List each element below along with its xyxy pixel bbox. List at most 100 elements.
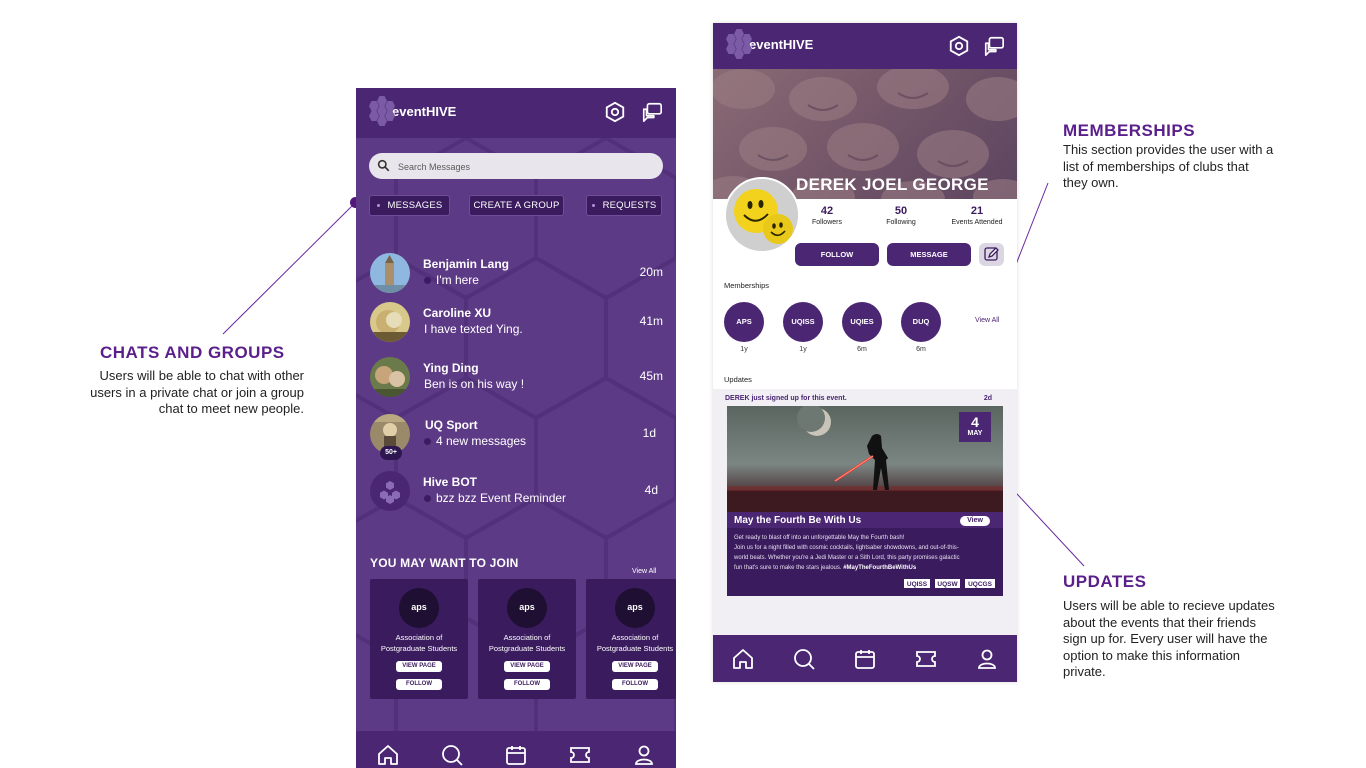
chat-name: Benjamin Lang: [423, 257, 510, 271]
edit-profile-button[interactable]: [979, 243, 1004, 266]
chat-item[interactable]: Ying Ding Ben is on his way ! 45m: [356, 353, 676, 401]
chat-item[interactable]: Hive BOT bzz bzz Event Reminder 4d: [356, 467, 676, 515]
search-icon[interactable]: [440, 743, 464, 767]
home-icon[interactable]: [376, 743, 400, 767]
group-card[interactable]: aps Association of Postgraduate Students …: [586, 579, 676, 699]
membership-badge[interactable]: UQISS: [783, 302, 823, 342]
unread-dot: [424, 276, 431, 284]
home-icon[interactable]: [731, 647, 755, 671]
tab-label: MESSAGES: [387, 200, 443, 211]
chat-bubbles-icon[interactable]: [983, 35, 1005, 57]
memberships-annotation-line: list of memberships of clubs that: [1063, 158, 1249, 174]
ticket-icon[interactable]: [914, 647, 938, 671]
event-day: 4: [971, 414, 979, 430]
chat-bubbles-icon[interactable]: [641, 101, 663, 123]
membership-badge[interactable]: DUQ: [901, 302, 941, 342]
memberships-annotation-text: This section provides the user with a li…: [1063, 142, 1273, 192]
messages-screen: eventHIVE MESSAGES CREATE A GROUP REQUES…: [356, 88, 676, 768]
event-card[interactable]: 4 MAY May the Fourth Be With Us View Get…: [727, 406, 1003, 596]
calendar-icon[interactable]: [853, 647, 877, 671]
view-page-button[interactable]: VIEW PAGE: [504, 661, 550, 672]
chat-message: I have texted Ying.: [424, 322, 523, 336]
group-card[interactable]: aps Association of Postgraduate Students …: [370, 579, 468, 699]
settings-icon[interactable]: [948, 35, 970, 57]
chat-time: 1d: [642, 426, 656, 440]
event-tag[interactable]: UQCGS: [964, 578, 996, 589]
membership-age: 1y: [740, 346, 748, 353]
chat-name: Ying Ding: [423, 361, 479, 375]
membership-age: 1y: [799, 346, 807, 353]
search-bar[interactable]: [369, 153, 663, 181]
chats-annotation-line: users in a private chat or join a group: [90, 384, 304, 400]
event-tag[interactable]: UQSW: [934, 578, 961, 589]
event-description: Get ready to blast off into an unforgett…: [734, 533, 998, 573]
membership-badge[interactable]: APS: [724, 302, 764, 342]
view-all-memberships-link[interactable]: View All: [975, 317, 999, 324]
view-event-button[interactable]: View: [960, 516, 990, 526]
app-name: eventHIVE: [749, 36, 814, 52]
follow-button[interactable]: FOLLOW: [396, 679, 442, 690]
calendar-icon[interactable]: [504, 743, 528, 767]
chat-item[interactable]: 50+ UQ Sport 4 new messages 1d: [356, 410, 676, 460]
updates-annotation-line: about the events that their friends: [1063, 614, 1256, 630]
search-icon[interactable]: [792, 647, 816, 671]
chat-preview: bzz bzz Event Reminder: [424, 491, 566, 505]
group-name: Association of Postgraduate Students: [370, 632, 468, 654]
update-time: 2d: [983, 395, 992, 402]
avatar: [370, 302, 410, 342]
view-all-link[interactable]: View All: [632, 568, 656, 575]
memberships-label: Memberships: [724, 281, 770, 290]
tab-create-group[interactable]: CREATE A GROUP: [469, 195, 564, 216]
followers-stat[interactable]: 42 Followers: [810, 205, 844, 226]
stat-label: Followers: [812, 219, 842, 226]
suggestions-title: YOU MAY WANT TO JOIN: [370, 556, 519, 570]
search-input[interactable]: [396, 153, 650, 181]
tab-label: REQUESTS: [602, 200, 657, 211]
app-logo[interactable]: eventHIVE: [725, 29, 813, 59]
event-description-line: world beats. Whether you're a Jedi Maste…: [734, 555, 960, 561]
follow-button[interactable]: FOLLOW: [612, 679, 658, 690]
profile-icon[interactable]: [975, 647, 999, 671]
view-page-button[interactable]: VIEW PAGE: [396, 661, 442, 672]
memberships-annotation-line: This section provides the user with a: [1063, 142, 1274, 157]
following-stat[interactable]: 50 Following: [881, 205, 921, 226]
message-button[interactable]: MESSAGE: [887, 243, 971, 266]
unread-dot: [424, 437, 431, 445]
ticket-icon[interactable]: [568, 743, 592, 767]
chat-preview: 4 new messages: [424, 434, 526, 448]
app-logo[interactable]: eventHIVE: [368, 96, 456, 126]
unread-dot: [424, 494, 431, 502]
stat-value: 42: [820, 205, 834, 217]
app-name: eventHIVE: [392, 103, 457, 119]
follow-button[interactable]: FOLLOW: [795, 243, 879, 266]
chats-annotation-title: CHATS AND GROUPS: [100, 343, 285, 362]
membership-badge[interactable]: UQIES: [842, 302, 882, 342]
chat-name: Hive BOT: [423, 475, 478, 489]
group-name-line: Postgraduate Students: [488, 644, 566, 653]
events-attended-stat[interactable]: 21 Events Attended: [947, 205, 1007, 226]
view-page-button[interactable]: VIEW PAGE: [612, 661, 658, 672]
chat-name: Caroline XU: [423, 306, 492, 320]
memberships-annotation-title: MEMBERSHIPS: [1063, 121, 1196, 140]
profile-icon[interactable]: [632, 743, 656, 767]
update-headline: DEREK just signed up for this event.: [725, 395, 847, 402]
group-name-line: Postgraduate Students: [596, 644, 674, 653]
event-tag[interactable]: UQISS: [903, 578, 931, 589]
event-hashtag: #MayTheFourthBeWithUs: [843, 565, 917, 571]
chat-item[interactable]: Caroline XU I have texted Ying. 41m: [356, 298, 676, 346]
tab-messages[interactable]: MESSAGES: [369, 195, 450, 216]
chat-item[interactable]: Benjamin Lang I'm here 20m: [356, 249, 676, 297]
event-description-line: Get ready to blast off into an unforgett…: [734, 535, 905, 541]
follow-button[interactable]: FOLLOW: [504, 679, 550, 690]
settings-icon[interactable]: [604, 101, 626, 123]
chat-message: I'm here: [436, 273, 479, 287]
chat-message: bzz bzz Event Reminder: [436, 491, 567, 505]
tab-label: CREATE A GROUP: [473, 200, 560, 211]
tab-requests[interactable]: REQUESTS: [586, 195, 662, 216]
hive-logo-icon: [368, 96, 396, 126]
avatar: [370, 253, 410, 293]
group-card[interactable]: aps Association of Postgraduate Students …: [478, 579, 576, 699]
avatar: [370, 357, 410, 397]
edit-icon: [984, 247, 999, 261]
chat-time: 41m: [639, 314, 663, 328]
